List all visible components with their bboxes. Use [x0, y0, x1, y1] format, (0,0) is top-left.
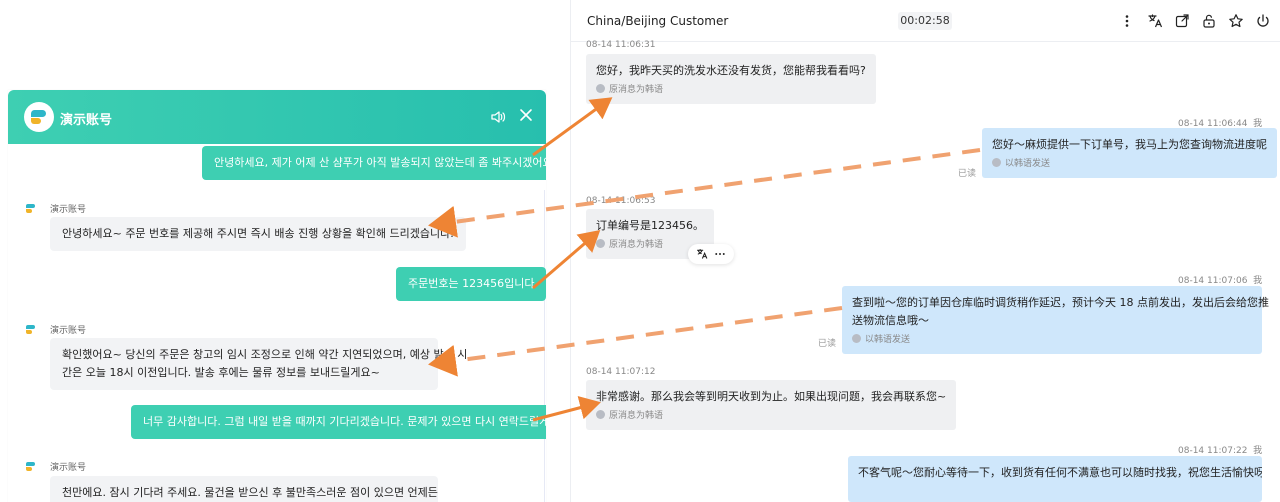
- note-text: 原消息为韩语: [609, 240, 664, 250]
- chat-topbar: China/Beijing Customer 00:02:58: [571, 0, 1280, 42]
- widget-message-incoming: 안녕하세요~ 주문 번호를 제공해 주시면 즉시 배송 진행 상황을 확인해 드…: [50, 217, 466, 251]
- original-language-note: 原消息为韩语: [596, 84, 866, 96]
- read-status: 已读: [958, 169, 977, 179]
- message-timestamp: 08-14 11:07:06 我: [1178, 273, 1262, 286]
- message-timestamp: 08-14 11:07:22 我: [1178, 443, 1262, 456]
- info-dot-icon: [596, 239, 605, 248]
- info-dot-icon: [992, 158, 1001, 167]
- message-hover-actions: [688, 244, 734, 264]
- speaker-icon[interactable]: [490, 109, 506, 125]
- message-line: 查到啦～您的订单因仓库临时调货稍作延迟，预计今天 18 点前发出，发出后会给您推: [852, 296, 1269, 309]
- star-icon[interactable]: [1228, 13, 1244, 29]
- message-text: 非常感谢。那么我会等到明天收到为止。如果出现问题，我会再联系您~: [596, 390, 947, 403]
- customer-name: China/Beijing Customer: [587, 14, 729, 28]
- message-outgoing: 不客气呢～您耐心等待一下，收到货有任何不满意也可以随时找我，祝您生活愉快呀～: [848, 456, 1262, 502]
- agent-avatar: [24, 460, 38, 474]
- translate-icon[interactable]: [696, 248, 708, 260]
- agent-name: 演示账号: [50, 463, 87, 473]
- info-dot-icon: [596, 84, 605, 93]
- more-vertical-icon[interactable]: [1119, 13, 1135, 29]
- message-line: 送物流信息哦～: [852, 314, 929, 327]
- timestamp-text: 08-14 11:07:22: [1178, 446, 1248, 456]
- original-language-note: 原消息为韩语: [596, 410, 946, 422]
- widget-message-incoming: 천만에요. 잠시 기다려 주세요. 물건을 받으신 후 불만족스러운 점이 있으…: [50, 476, 438, 502]
- session-timer: 00:02:58: [898, 12, 952, 30]
- unlock-icon[interactable]: [1201, 13, 1217, 29]
- agent-avatar: [24, 202, 38, 216]
- note-text: 原消息为韩语: [609, 411, 664, 421]
- note-text: 以韩语发送: [1005, 159, 1051, 169]
- message-text: 您好，我昨天买的洗发水还没有发货，您能帮我看看吗?: [596, 64, 866, 77]
- more-horizontal-icon[interactable]: [714, 248, 726, 260]
- message-timestamp: 08-14 11:07:12: [586, 367, 656, 377]
- sender-me: 我: [1253, 276, 1263, 286]
- widget-message-outgoing: 너무 감사합니다. 그럼 내일 받을 때까지 기다리겠습니다. 문제가 있으면 …: [131, 405, 546, 439]
- translate-icon[interactable]: [1147, 13, 1163, 29]
- message-timestamp: 08-14 11:06:31: [586, 40, 656, 50]
- message-incoming: 非常感谢。那么我会等到明天收到为止。如果出现问题，我会再联系您~ 原消息为韩语: [586, 380, 957, 430]
- message-line: 확인했어요~ 당신의 주문은 창고의 임시 조정으로 인해 약간 지연되었으며,…: [62, 348, 468, 361]
- timestamp-text: 08-14 11:07:06: [1178, 276, 1248, 286]
- widget-header: 演示账号: [8, 90, 546, 144]
- message-outgoing: 查到啦～您的订单因仓库临时调货稍作延迟，预计今天 18 点前发出，发出后会给您推…: [842, 286, 1269, 354]
- message-timestamp: 08-14 11:06:53: [586, 196, 656, 206]
- read-status: 已读: [818, 339, 837, 349]
- info-dot-icon: [596, 410, 605, 419]
- sent-language-note: 以韩语发送: [992, 158, 1267, 170]
- agent-name: 演示账号: [50, 205, 87, 215]
- note-text: 以韩语发送: [865, 335, 911, 345]
- message-text: 订单编号是123456。: [596, 219, 704, 232]
- scrollbar-track[interactable]: [544, 190, 545, 502]
- note-text: 原消息为韩语: [609, 85, 664, 95]
- message-line: 간은 오늘 18시 이전입니다. 발송 후에는 물류 정보를 보내드릴게요~: [62, 366, 380, 379]
- chat-widget: 演示账号 안녕하세요, 제가 어제 산 샴푸가 아직 발송되지 않았는데 좀 봐…: [8, 90, 546, 502]
- widget-message-outgoing: 주문번호는 123456입니다: [396, 267, 546, 301]
- brand-logo-icon: [24, 102, 54, 132]
- info-dot-icon: [852, 334, 861, 343]
- agent-avatar: [24, 323, 38, 337]
- sender-me: 我: [1253, 446, 1263, 456]
- message-outgoing: 您好～麻烦提供一下订单号，我马上为您查询物流进度呢 以韩语发送: [982, 128, 1277, 178]
- widget-message-incoming: 확인했어요~ 당신의 주문은 창고의 임시 조정으로 인해 약간 지연되었으며,…: [50, 338, 468, 390]
- agent-name: 演示账号: [50, 326, 87, 336]
- close-icon[interactable]: [518, 107, 534, 123]
- message-text: 不客气呢～您耐心等待一下，收到货有任何不满意也可以随时找我，祝您生活愉快呀～: [858, 466, 1262, 479]
- sent-language-note: 以韩语发送: [852, 334, 1252, 346]
- external-link-icon[interactable]: [1174, 13, 1190, 29]
- widget-title: 演示账号: [60, 113, 113, 128]
- message-incoming: 您好，我昨天买的洗发水还没有发货，您能帮我看看吗? 原消息为韩语: [586, 54, 876, 104]
- power-icon[interactable]: [1255, 13, 1271, 29]
- widget-message-outgoing: 안녕하세요, 제가 어제 산 샴푸가 아직 발송되지 않았는데 좀 봐주시겠어요…: [202, 146, 546, 180]
- message-text: 您好～麻烦提供一下订单号，我马上为您查询物流进度呢: [992, 138, 1267, 151]
